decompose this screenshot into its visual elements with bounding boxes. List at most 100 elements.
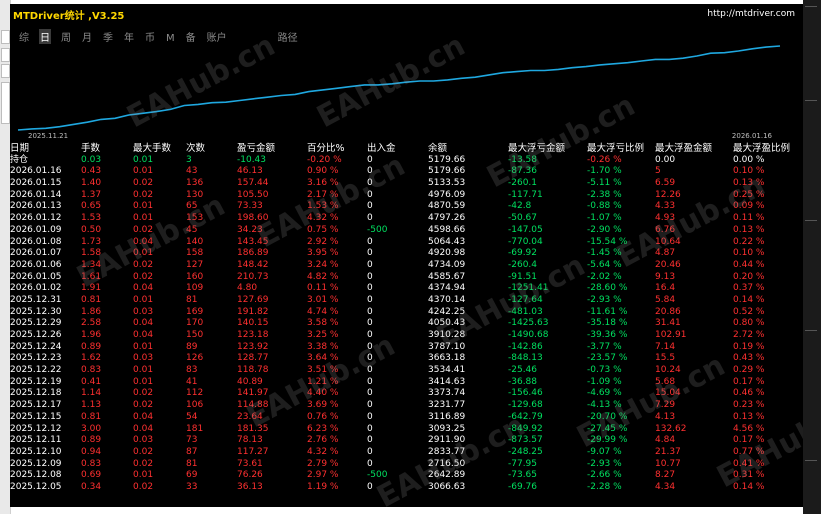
cell-max_lots: 0.02 [133,259,154,270]
cell-io: 0 [367,330,373,340]
cell-pnl: 141.97 [237,388,269,399]
side-panel-box [1,82,10,124]
cell-max_float_profit_pct: 0.46 % [733,388,765,399]
cell-pnl: 23.64 [237,411,263,422]
holding-max_float_loss_pct: -0.26 % [587,154,622,165]
cell-pnl: 73.33 [237,201,263,212]
cell-count: 33 [186,481,198,492]
cell-date: 2025.12.17 [10,400,62,411]
cell-balance: 2716.50 [428,458,466,469]
cell-count: 89 [186,341,198,352]
cell-max_float_profit: 10.24 [655,365,681,376]
column-header-max_float_profit: 最大浮盈金额 [655,143,713,154]
cell-pct: 4.40 % [307,388,339,399]
cell-date: 2026.01.14 [10,189,62,200]
cell-balance: 3066.63 [428,481,466,492]
equity-curve-chart: 2025.11.21 2026.01.16 [17,45,781,140]
cell-max_lots: 0.03 [133,306,154,317]
cell-pnl: 105.50 [237,189,269,200]
cell-pnl: 117.27 [237,446,269,457]
cell-max_float_profit_pct: 0.41 % [733,458,765,469]
cell-date: 2025.12.18 [10,388,62,399]
equity-line [17,45,781,131]
cell-count: 87 [186,446,198,457]
cell-max_float_loss: -1490.68 [508,330,549,340]
cell-max_float_loss_pct: -35.18 % [587,318,628,329]
cell-io: 0 [367,435,373,446]
cell-balance: 4797.26 [428,213,466,224]
cell-max_float_loss_pct: -39.36 % [587,330,628,340]
site-url-link[interactable]: http://mtdriver.com [707,9,795,19]
cell-count: 140 [186,236,204,247]
cell-count: 109 [186,283,204,294]
cell-max_float_profit_pct: 0.09 % [733,201,765,212]
cell-pct: 3.25 % [307,330,339,340]
cell-balance: 5064.43 [428,236,466,247]
side-checkbox[interactable] [1,48,10,62]
cell-max_float_loss: -156.46 [508,388,543,399]
cell-balance: 3534.41 [428,365,466,376]
cell-max_lots: 0.03 [133,353,154,364]
cell-lots: 0.94 [81,446,102,457]
cell-max_float_profit: 6.76 [655,224,676,235]
cell-pct: 4.74 % [307,306,339,317]
side-checkbox[interactable] [1,30,10,44]
cell-max_float_loss_pct: -2.90 % [587,224,622,235]
cell-pnl: 191.82 [237,306,269,317]
cell-count: 160 [186,271,204,282]
holding-max_float_profit_pct: 0.00 % [733,154,765,165]
cell-count: 158 [186,248,204,259]
cell-lots: 1.13 [81,400,102,411]
cell-max_float_profit_pct: 0.20 % [733,271,765,282]
column-header-io: 出入金 [367,143,396,154]
cell-max_float_profit: 5 [655,166,661,177]
cell-max_lots: 0.04 [133,283,154,294]
cell-max_float_profit_pct: 0.31 % [733,470,765,481]
column-header-count: 次数 [186,143,206,154]
column-header-pnl: 盈亏金额 [237,143,276,154]
cell-max_float_profit: 12.26 [655,189,681,200]
cell-max_float_profit_pct: 0.13 % [733,178,765,189]
cell-date: 2025.12.31 [10,294,62,305]
x-axis-start-label: 2025.11.21 [28,132,68,140]
cell-lots: 0.81 [81,294,102,305]
holding-max_lots: 0.01 [133,154,154,165]
cell-balance: 3663.18 [428,353,466,364]
cell-balance: 4585.67 [428,271,466,282]
cell-io: 0 [367,423,373,434]
cell-pnl: 40.89 [237,376,263,387]
cell-max_float_loss_pct: -5.64 % [587,259,622,270]
cell-balance: 5179.66 [428,166,466,177]
cell-max_float_loss_pct: -28.60 % [587,283,628,294]
side-checkbox[interactable] [1,64,10,78]
cell-count: 43 [186,166,198,177]
column-header-balance: 余额 [428,143,448,154]
cell-max_lots: 0.01 [133,248,154,259]
holding-max_float_profit: 0.00 [655,154,676,165]
right-scroll-strip[interactable] [803,0,821,514]
cell-pnl: 4.80 [237,283,258,294]
cell-max_float_loss: -260.1 [508,178,538,189]
cell-balance: 2911.90 [428,435,466,446]
cell-pct: 3.64 % [307,353,339,364]
cell-max_lots: 0.01 [133,470,154,481]
cell-pnl: 114.88 [237,400,269,411]
cell-max_float_profit_pct: 0.10 % [733,248,765,259]
cell-count: 106 [186,400,204,411]
cell-date: 2026.01.09 [10,224,62,235]
cell-pnl: 186.89 [237,248,269,259]
cell-count: 73 [186,435,198,446]
cell-count: 41 [186,376,198,387]
cell-io: -500 [367,470,388,481]
column-header-date: 日期 [10,143,30,154]
cell-max_float_loss_pct: -0.88 % [587,201,622,212]
cell-max_float_profit: 21.37 [655,446,681,457]
cell-io: 0 [367,458,373,469]
cell-balance: 3231.77 [428,400,466,411]
cell-lots: 1.58 [81,248,102,259]
cell-pnl: 73.61 [237,458,263,469]
cell-max_float_loss_pct: -11.61 % [587,306,628,317]
cell-max_lots: 0.01 [133,201,154,212]
cell-io: 0 [367,446,373,457]
cell-date: 2026.01.07 [10,248,62,259]
